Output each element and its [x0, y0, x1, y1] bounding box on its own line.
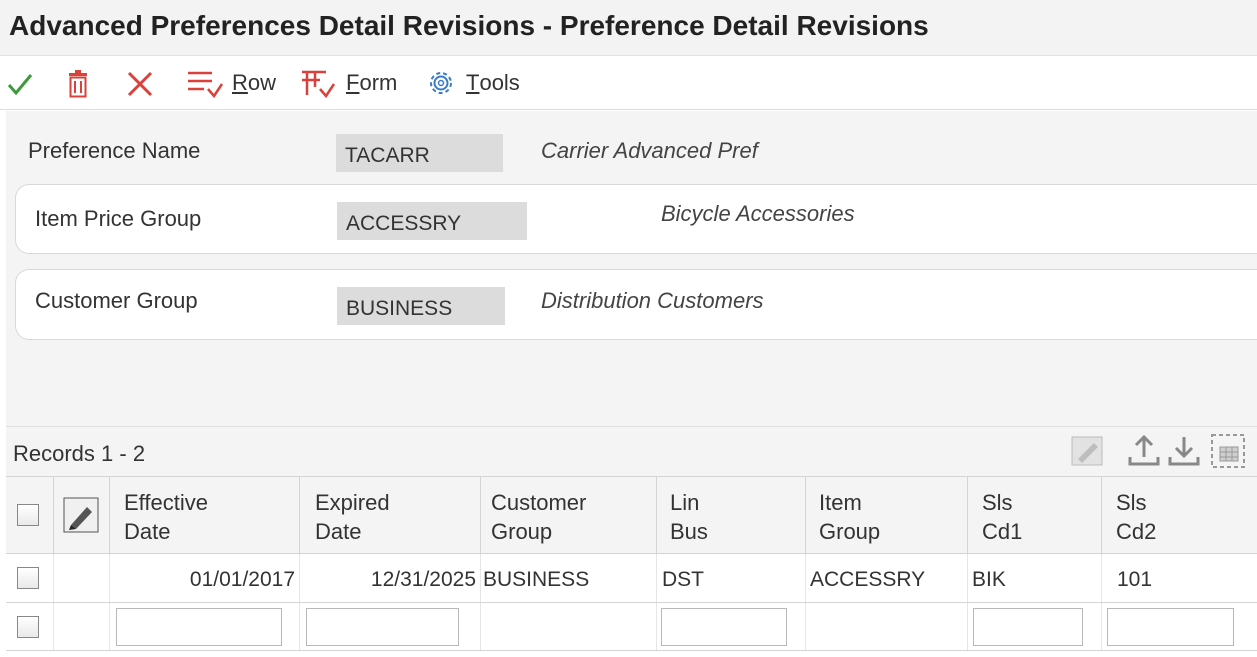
- col-effective-date[interactable]: Effective Date: [110, 477, 300, 555]
- item-price-group-description: Bicycle Accessories: [661, 201, 855, 226]
- col-expired-date[interactable]: Expired Date: [300, 477, 481, 555]
- cell-customer-group[interactable]: BUSINESS: [481, 554, 657, 602]
- entry-select-cell: [6, 603, 54, 650]
- sls-cd1-input[interactable]: [973, 608, 1083, 646]
- cell-sls-cd2[interactable]: 101: [1102, 554, 1257, 602]
- entry-item-group-cell: [806, 603, 968, 650]
- new-entry-row[interactable]: [6, 603, 1257, 651]
- entry-customer-group-cell: [481, 603, 657, 650]
- form-menu-button[interactable]: Form: [300, 64, 397, 102]
- entry-lin-bus-cell: [657, 603, 806, 650]
- cell-item-group[interactable]: ACCESSRY: [806, 554, 968, 602]
- expired-date-input[interactable]: [306, 608, 459, 646]
- customer-group-card: Customer Group BUSINESS Distribution Cus…: [15, 269, 1257, 340]
- row-menu-icon: [188, 71, 224, 99]
- row-checkbox[interactable]: [17, 567, 39, 589]
- close-icon[interactable]: [124, 68, 156, 100]
- entry-row-checkbox[interactable]: [17, 616, 39, 638]
- item-price-group-card: Item Price Group ACCESSRY Bicycle Access…: [15, 184, 1257, 254]
- customer-group-description: Distribution Customers: [541, 288, 764, 313]
- sls-cd2-input[interactable]: [1107, 608, 1234, 646]
- title-bar: Advanced Preferences Detail Revisions - …: [0, 0, 1257, 56]
- col-item-group[interactable]: Item Group: [806, 477, 968, 555]
- entry-sls-cd1-cell: [968, 603, 1102, 650]
- col-sls-cd1[interactable]: Sls Cd1: [968, 477, 1102, 555]
- select-all-cell: [6, 477, 54, 555]
- trash-icon[interactable]: [62, 68, 94, 100]
- header-area: Preference Name TACARR Carrier Advanced …: [6, 111, 1257, 426]
- form-menu-label: orm: [359, 70, 398, 95]
- preference-name-description: Carrier Advanced Pref: [541, 138, 758, 163]
- grid-format-icon[interactable]: [1210, 433, 1246, 469]
- records-count: Records 1 - 2: [13, 441, 146, 466]
- cell-lin-bus[interactable]: DST: [657, 554, 806, 602]
- col-lin-bus[interactable]: Lin Bus: [657, 477, 806, 555]
- form-menu-icon: [302, 70, 336, 99]
- row-menu-button[interactable]: Row: [186, 64, 276, 102]
- col-sls-cd2[interactable]: Sls Cd2: [1102, 477, 1257, 555]
- effective-date-input[interactable]: [116, 608, 282, 646]
- preference-name-field[interactable]: TACARR: [336, 134, 503, 172]
- preference-name-label: Preference Name: [28, 138, 201, 163]
- form-menu-mnemonic: F: [346, 70, 360, 95]
- edit-grid-icon[interactable]: [1070, 433, 1106, 469]
- entry-effective-date-cell: [110, 603, 300, 650]
- table-row[interactable]: 01/01/2017 12/31/2025 BUSINESS DST ACCES…: [6, 554, 1257, 603]
- item-price-group-field[interactable]: ACCESSRY: [337, 202, 527, 240]
- customer-group-label: Customer Group: [35, 288, 198, 313]
- customer-group-field[interactable]: BUSINESS: [337, 287, 505, 325]
- row-edit-cell: [54, 554, 110, 602]
- item-price-group-label: Item Price Group: [35, 206, 202, 231]
- cell-effective-date[interactable]: 01/01/2017: [110, 554, 300, 602]
- select-all-checkbox[interactable]: [17, 504, 39, 526]
- upload-icon[interactable]: [1126, 433, 1162, 469]
- toolbar: Row Form Tools: [0, 56, 1257, 110]
- entry-edit-cell: [54, 603, 110, 650]
- row-menu-label: ow: [247, 70, 277, 95]
- download-icon[interactable]: [1166, 433, 1202, 469]
- row-menu-mnemonic: R: [232, 70, 248, 95]
- cell-expired-date[interactable]: 12/31/2025: [300, 554, 481, 602]
- cell-sls-cd1[interactable]: BIK: [968, 554, 1102, 602]
- gear-icon: [430, 72, 452, 94]
- edit-pencil-icon: [63, 497, 99, 533]
- page-title: Advanced Preferences Detail Revisions - …: [9, 10, 929, 41]
- entry-expired-date-cell: [300, 603, 481, 650]
- checkmark-icon[interactable]: [4, 68, 36, 100]
- row-edit-header: [54, 477, 110, 555]
- tools-menu-mnemonic: T: [466, 70, 480, 95]
- entry-sls-cd2-cell: [1102, 603, 1257, 650]
- row-select-cell: [6, 554, 54, 602]
- grid-column-headers: Effective Date Expired Date Customer Group …: [6, 476, 1257, 555]
- tools-menu-button[interactable]: Tools: [424, 64, 520, 102]
- col-customer-group[interactable]: Customer Group: [481, 477, 657, 555]
- grid-header-bar: Records 1 - 2: [6, 426, 1257, 476]
- lin-bus-input[interactable]: [661, 608, 787, 646]
- tools-menu-label: ools: [479, 70, 520, 95]
